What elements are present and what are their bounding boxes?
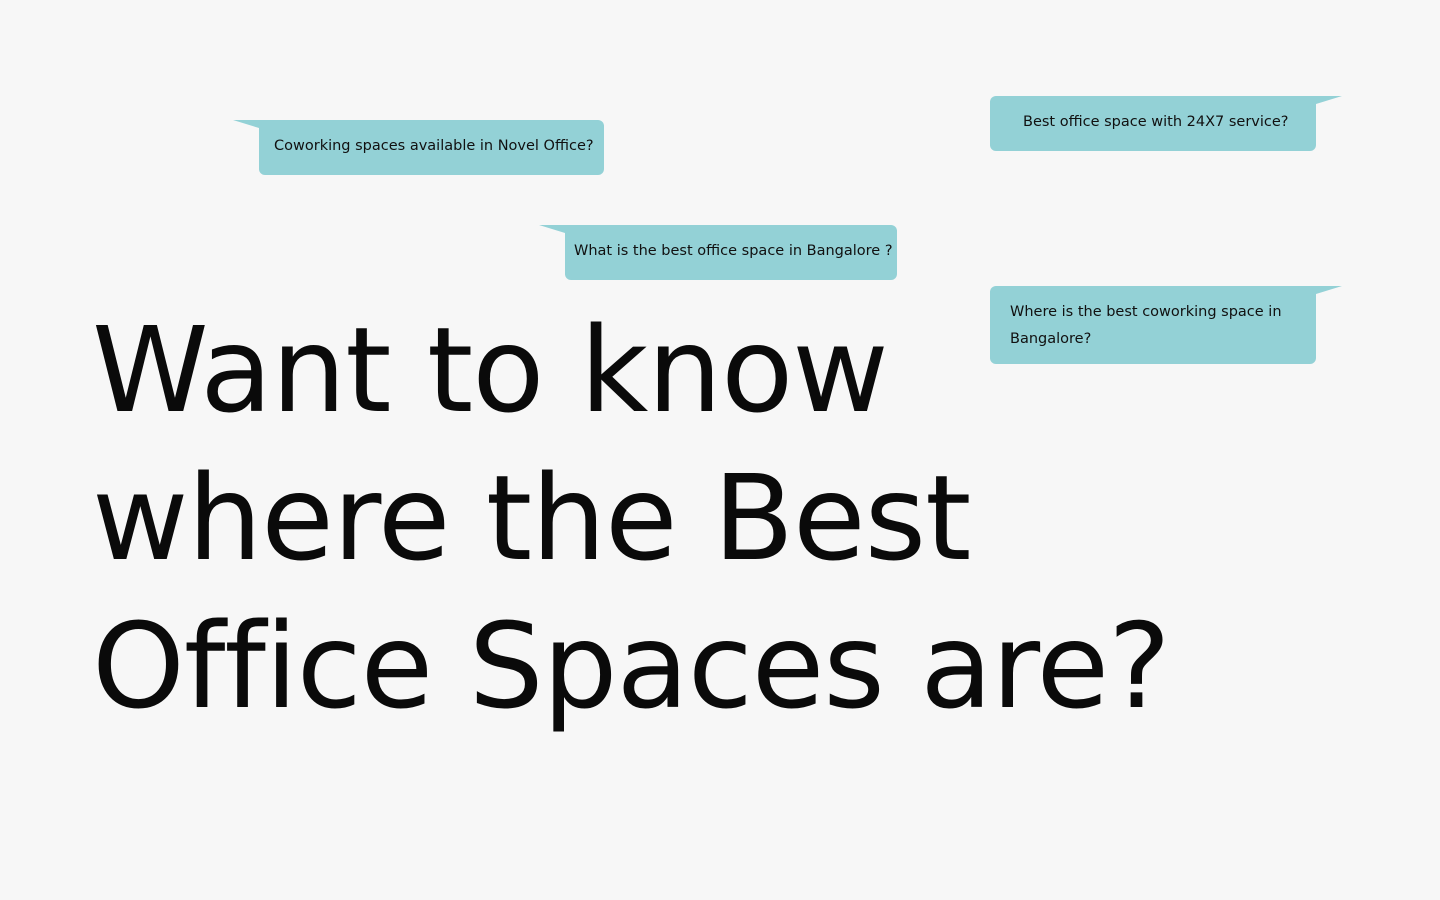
chat-bubble-best-office-bangalore: What is the best office space in Bangalo… xyxy=(539,225,897,280)
bubble-tail xyxy=(539,225,565,233)
headline-line-1: Want to know xyxy=(92,301,889,439)
chat-bubble-text: What is the best office space in Bangalo… xyxy=(574,243,893,259)
bubble-tail xyxy=(1316,96,1342,104)
bubble-tail xyxy=(233,120,259,128)
headline-line-3: Office Spaces are? xyxy=(92,597,1171,735)
chat-bubble-coworking-novel-office: Coworking spaces available in Novel Offi… xyxy=(233,120,604,175)
chat-bubble-text: Coworking spaces available in Novel Offi… xyxy=(274,138,594,154)
chat-bubble-24x7-service: Best office space with 24X7 service? xyxy=(990,96,1342,151)
headline-line-2: where the Best xyxy=(92,449,971,587)
page-headline: Want to know where the Best Office Space… xyxy=(92,296,1171,740)
bubble-tail xyxy=(1316,286,1342,294)
chat-bubble-text: Best office space with 24X7 service? xyxy=(1023,114,1289,130)
